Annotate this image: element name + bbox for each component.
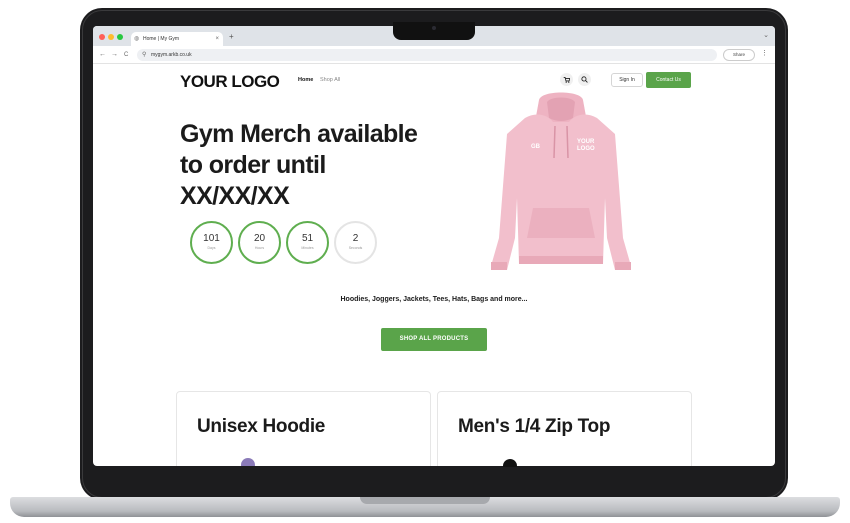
site-info-icon[interactable]: ⚲ <box>142 49 146 61</box>
countdown-value: 51 <box>301 233 314 244</box>
countdown-hours: 20 Hours <box>238 221 281 264</box>
product-image-preview <box>241 458 255 466</box>
countdown-value: 2 <box>352 233 359 244</box>
contact-us-button[interactable]: Contact Us <box>646 72 691 88</box>
browser-menu-icon[interactable]: ⋮ <box>761 49 768 57</box>
countdown-seconds: 2 Seconds <box>334 221 377 264</box>
product-card-unisex-hoodie[interactable]: Unisex Hoodie <box>176 391 431 466</box>
countdown-label: Days <box>207 246 216 250</box>
countdown-days: 101 Days <box>190 221 233 264</box>
laptop-thumb-notch <box>360 497 490 504</box>
nav-shop-all-link[interactable]: Shop All <box>320 77 340 83</box>
nav-home-link[interactable]: Home <box>298 77 313 83</box>
countdown-minutes: 51 Minutes <box>286 221 329 264</box>
countdown-label: Seconds <box>348 246 363 250</box>
tab-list-icon[interactable]: ⌄ <box>763 31 769 39</box>
globe-icon: ◍ <box>134 36 140 42</box>
search-icon[interactable] <box>578 73 591 86</box>
browser-tab[interactable]: ◍ Home | My Gym × <box>131 32 223 46</box>
shop-all-products-button[interactable]: SHOP ALL PRODUCTS <box>381 328 487 351</box>
screen-bottom-notch <box>503 459 517 467</box>
product-title: Men's 1/4 Zip Top <box>458 416 611 437</box>
product-title: Unisex Hoodie <box>197 416 326 437</box>
hero-title: Gym Merch available to order until XX/XX… <box>180 120 418 210</box>
close-window-icon[interactable] <box>99 34 105 40</box>
cart-icon[interactable] <box>560 73 573 86</box>
laptop-mockup: ◍ Home | My Gym × + ⌄ ← → C ⚲ mygym.arkb… <box>0 0 850 523</box>
hoodie-left-print: GB <box>531 144 540 150</box>
product-card-mens-quarter-zip[interactable]: Men's 1/4 Zip Top <box>437 391 692 466</box>
share-button[interactable]: Share <box>723 49 755 61</box>
product-tagline: Hoodies, Joggers, Jackets, Tees, Hats, B… <box>340 296 528 303</box>
tab-close-icon[interactable]: × <box>215 32 219 46</box>
hoodie-logo-print: YOUR LOGO <box>577 139 595 152</box>
site-logo[interactable]: YOUR LOGO <box>180 72 280 92</box>
back-icon[interactable]: ← <box>99 50 106 60</box>
url-input[interactable]: ⚲ mygym.arkb.co.uk <box>137 49 717 61</box>
laptop-screen: ◍ Home | My Gym × + ⌄ ← → C ⚲ mygym.arkb… <box>93 26 775 466</box>
countdown-value: 20 <box>253 233 266 244</box>
countdown-label: Minutes <box>301 246 314 250</box>
url-text: mygym.arkb.co.uk <box>151 52 192 58</box>
minimize-window-icon[interactable] <box>108 34 114 40</box>
camera-notch <box>393 22 475 40</box>
camera-icon <box>432 26 436 30</box>
sign-in-button[interactable]: Sign In <box>611 73 643 87</box>
forward-icon[interactable]: → <box>111 50 118 60</box>
maximize-window-icon[interactable] <box>117 34 123 40</box>
tab-title: Home | My Gym <box>143 36 180 42</box>
countdown-label: Hours <box>254 246 265 250</box>
pink-hoodie-image <box>491 92 631 270</box>
browser-address-bar: ← → C ⚲ mygym.arkb.co.uk Share ⋮ <box>93 46 775 64</box>
reload-icon[interactable]: C <box>124 50 128 60</box>
new-tab-button[interactable]: + <box>229 32 234 42</box>
countdown-value: 101 <box>203 233 220 244</box>
